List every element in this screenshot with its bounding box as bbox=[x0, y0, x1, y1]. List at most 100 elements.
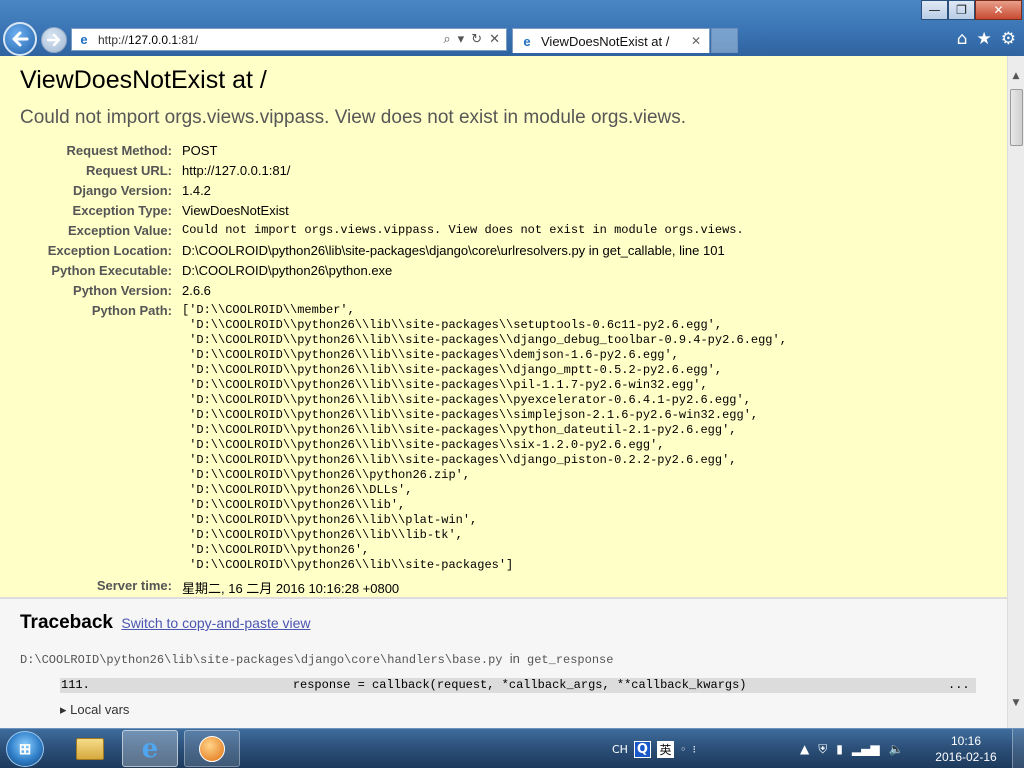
local-vars-label: Local vars bbox=[70, 702, 130, 717]
frame-file-path: D:\COOLROID\python26\lib\site-packages\d… bbox=[20, 651, 987, 667]
url-text[interactable]: http://127.0.0.1:81/ bbox=[98, 33, 443, 47]
meta-value: 2.6.6 bbox=[182, 283, 211, 298]
local-vars-toggle[interactable]: ▸ Local vars bbox=[60, 702, 987, 718]
show-desktop-button[interactable] bbox=[1012, 729, 1024, 768]
system-tray: ▲ ⛨ ▮ ▂▄▆ 🔈 bbox=[800, 729, 904, 768]
meta-key: Django Version: bbox=[73, 183, 172, 198]
line-number: 111. bbox=[61, 678, 90, 692]
forward-arrow-icon bbox=[46, 33, 61, 47]
taskbar-explorer[interactable] bbox=[62, 730, 118, 767]
frame-filename: D:\COOLROID\python26\lib\site-packages\d… bbox=[20, 653, 503, 667]
start-button[interactable]: ⊞ bbox=[6, 731, 44, 767]
taskbar: ⊞ e CH Q 英 ◦ ⁝ ▲ ⛨ ▮ ▂▄▆ 🔈 10:16 2016-02… bbox=[0, 728, 1024, 768]
network-icon[interactable]: ▂▄▆ bbox=[852, 742, 880, 756]
table-row: Server time: 星期二, 16 二月 2016 10:16:28 +0… bbox=[20, 576, 787, 600]
meta-key: Exception Type: bbox=[72, 203, 172, 218]
code-line: response = callback(request, *callback_a… bbox=[120, 678, 747, 692]
meta-key: Exception Location: bbox=[47, 243, 172, 258]
gear-icon[interactable]: ⚙ bbox=[1001, 29, 1016, 49]
python-path-label: Python Path: bbox=[91, 303, 172, 318]
expand-context-dots[interactable]: ... bbox=[948, 678, 976, 693]
meta-value: D:\COOLROID\python26\lib\site-packages\d… bbox=[182, 243, 725, 258]
ime-toolbar: CH Q 英 ◦ ⁝ bbox=[612, 729, 696, 768]
table-row: Exception Location: D:\COOLROID\python26\… bbox=[20, 241, 787, 261]
toolbar-icons: ⌂ ★ ⚙ bbox=[957, 29, 1016, 49]
meta-key: Python Version: bbox=[73, 283, 172, 298]
scroll-down-arrow-icon[interactable]: ▼ bbox=[1008, 695, 1024, 712]
volume-icon[interactable]: 🔈 bbox=[889, 742, 904, 756]
forward-button[interactable] bbox=[41, 27, 67, 53]
search-icon[interactable]: ⌕ bbox=[443, 32, 450, 47]
battery-icon[interactable]: ▮ bbox=[836, 742, 843, 756]
table-row: Request URL: http://127.0.0.1:81/ bbox=[20, 161, 787, 181]
clock[interactable]: 10:16 2016-02-16 bbox=[924, 733, 1008, 765]
taskbar-app[interactable] bbox=[184, 730, 240, 767]
meta-value: Could not import orgs.views.vippass. Vie… bbox=[182, 223, 744, 237]
window-controls: — ❐ ✕ bbox=[921, 0, 1022, 20]
page-title: ViewDoesNotExist at / bbox=[20, 66, 267, 94]
table-row: Python Path: ['D:\\COOLROID\\member', 'D… bbox=[20, 301, 787, 576]
url-host: 127.0.0.1 bbox=[128, 32, 179, 47]
copy-paste-view-link[interactable]: Switch to copy-and-paste view bbox=[121, 615, 310, 631]
frame-function: get_response bbox=[527, 653, 614, 667]
meta-value: D:\COOLROID\python26\python.exe bbox=[182, 263, 393, 278]
ime-language-toggle[interactable]: 英 bbox=[656, 740, 674, 758]
meta-value: ViewDoesNotExist bbox=[182, 203, 289, 218]
folder-icon bbox=[76, 737, 104, 760]
ime-ch-indicator[interactable]: CH bbox=[612, 743, 628, 756]
traceback-section: Traceback Switch to copy-and-paste view … bbox=[0, 598, 1007, 728]
close-button[interactable]: ✕ bbox=[975, 0, 1022, 20]
traceback-heading: Traceback bbox=[20, 612, 113, 633]
ie-icon: e bbox=[141, 733, 159, 764]
stop-icon[interactable]: ✕ bbox=[489, 32, 500, 47]
server-time-label: Server time: bbox=[96, 578, 172, 593]
server-time-value: 星期二, 16 二月 2016 10:16:28 +0800 bbox=[182, 581, 400, 596]
minimize-button[interactable]: — bbox=[921, 0, 948, 20]
ime-q-icon[interactable]: Q bbox=[633, 740, 651, 758]
refresh-icon[interactable]: ↻ bbox=[471, 32, 482, 47]
app-orb-icon bbox=[199, 735, 225, 762]
table-row: Python Version: 2.6.6 bbox=[20, 281, 787, 301]
meta-key: Request URL: bbox=[86, 163, 172, 178]
ime-punctuation-icon[interactable]: ◦ bbox=[680, 743, 687, 756]
back-button[interactable] bbox=[3, 22, 37, 56]
clock-time: 10:16 bbox=[950, 734, 982, 748]
exception-message: Could not import orgs.views.vippass. Vie… bbox=[20, 107, 687, 128]
url-rest: :81/ bbox=[178, 32, 199, 47]
ie-page-icon: e bbox=[80, 32, 88, 47]
tab-title: ViewDoesNotExist at / bbox=[541, 33, 670, 49]
maximize-button[interactable]: ❐ bbox=[948, 0, 975, 20]
ime-settings-icon[interactable]: ⁝ bbox=[692, 743, 696, 756]
frame-in-text: in bbox=[509, 651, 520, 666]
page-viewport: ViewDoesNotExist at / Could not import o… bbox=[0, 56, 1007, 728]
scroll-thumb[interactable] bbox=[1010, 89, 1023, 146]
scroll-up-arrow-icon[interactable]: ▲ bbox=[1008, 68, 1024, 85]
taskbar-internet-explorer[interactable]: e bbox=[122, 730, 178, 767]
url-prefix: http:// bbox=[98, 32, 129, 47]
triangle-right-icon: ▸ bbox=[60, 702, 67, 717]
table-row: Request Method: POST bbox=[20, 141, 787, 161]
table-row: Exception Type: ViewDoesNotExist bbox=[20, 201, 787, 221]
table-row: Django Version: 1.4.2 bbox=[20, 181, 787, 201]
security-icon[interactable]: ⛨ bbox=[818, 742, 827, 757]
python-path-value: ['D:\\COOLROID\\member', 'D:\\COOLROID\\… bbox=[182, 303, 787, 572]
dropdown-icon[interactable]: ▾ bbox=[458, 32, 465, 47]
context-line[interactable]: 111. response = callback(request, *callb… bbox=[60, 678, 976, 693]
meta-value: 1.4.2 bbox=[182, 183, 211, 198]
tab-close-icon[interactable]: ✕ bbox=[691, 34, 709, 48]
vertical-scrollbar[interactable]: ▲ ▼ bbox=[1007, 56, 1024, 728]
browser-tab[interactable]: e ViewDoesNotExist at / ✕ bbox=[512, 28, 710, 53]
error-summary: ViewDoesNotExist at / Could not import o… bbox=[0, 56, 1007, 598]
meta-key: Python Executable: bbox=[51, 263, 172, 278]
tab-favicon-icon: e bbox=[523, 33, 531, 49]
new-tab-button[interactable] bbox=[711, 28, 738, 53]
table-row: Exception Value: Could not import orgs.vi… bbox=[20, 221, 787, 241]
browser-chrome: — ❐ ✕ e http://127.0.0.1:81/ ⌕ ▾ ↻ ✕ e V… bbox=[0, 0, 1024, 56]
home-icon[interactable]: ⌂ bbox=[957, 29, 968, 49]
back-arrow-icon bbox=[12, 31, 29, 47]
show-hidden-icons-icon[interactable]: ▲ bbox=[800, 742, 809, 756]
address-bar[interactable]: e http://127.0.0.1:81/ ⌕ ▾ ↻ ✕ bbox=[71, 28, 507, 51]
star-icon[interactable]: ★ bbox=[977, 29, 992, 49]
meta-value: POST bbox=[182, 143, 218, 158]
meta-key: Request Method: bbox=[66, 143, 172, 158]
